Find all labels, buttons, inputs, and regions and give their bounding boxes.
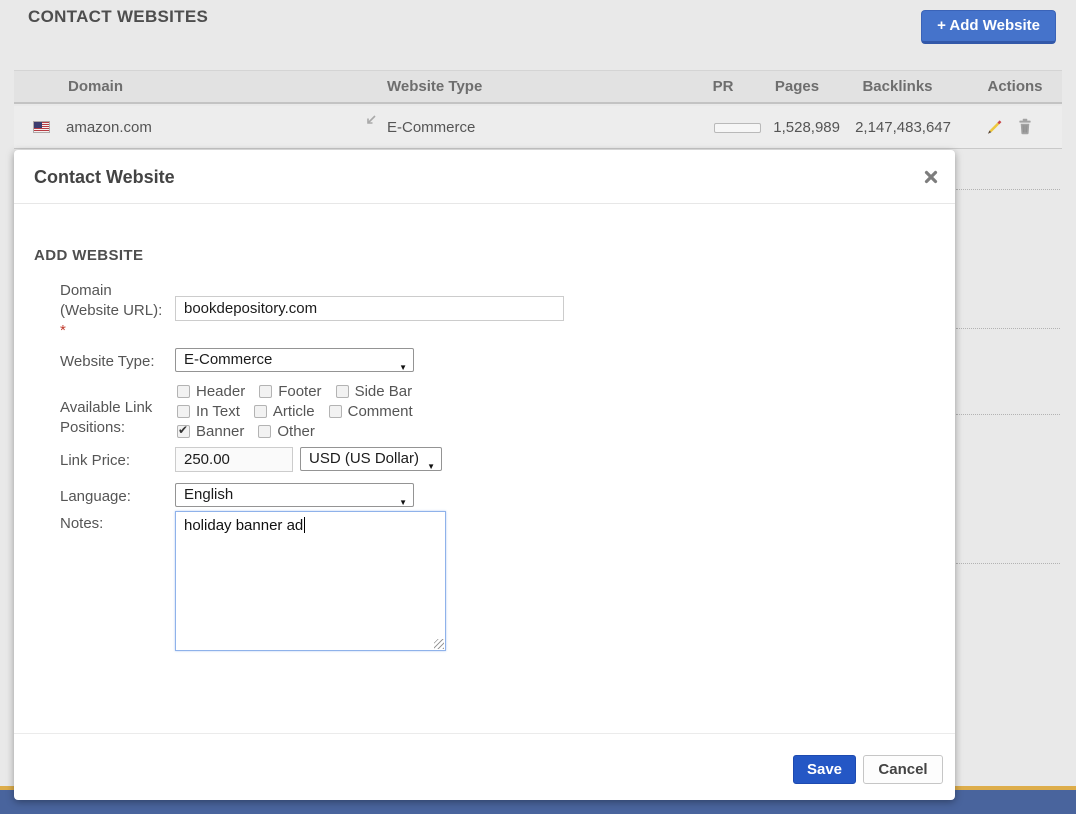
link-position-article[interactable]: Article [254,403,315,420]
background-row-separator [956,328,1060,329]
save-button[interactable]: Save [793,755,856,784]
link-positions-row-1: Header Footer Side Bar [177,381,412,401]
website-type-label: Website Type: [60,352,155,372]
modal-footer-divider [14,733,955,734]
link-positions-row-2: In Text Article Comment [177,401,413,421]
page-title: CONTACT WEBSITES [28,7,208,27]
column-header-website-type[interactable]: Website Type [387,71,482,103]
checkbox-header[interactable] [177,385,190,398]
column-header-backlinks[interactable]: Backlinks [844,71,951,103]
link-price-label: Link Price: [60,451,130,471]
column-header-pages[interactable]: Pages [754,71,840,103]
table-header-row: Domain Website Type PR Pages Backlinks A… [14,70,1062,104]
background-row-separator [956,414,1060,415]
chevron-down-icon: ▼ [399,357,407,379]
domain-field-label: Domain (Website URL): * [60,281,162,341]
row-backlinks: 2,147,483,647 [844,106,951,149]
column-header-pr[interactable]: PR [703,71,743,103]
add-website-button[interactable]: + Add Website [921,10,1056,44]
checkbox-banner[interactable] [177,425,190,438]
language-label: Language: [60,487,131,507]
checkbox-sidebar[interactable] [336,385,349,398]
chevron-down-icon: ▼ [427,456,435,478]
checkbox-intext[interactable] [177,405,190,418]
edit-pencil-icon[interactable] [985,117,1005,137]
add-website-section-title: ADD WEBSITE [34,247,143,264]
domain-label-line2: (Website URL): [60,301,162,321]
contact-website-modal: Contact Website ADD WEBSITE Domain (Webs… [14,150,955,800]
currency-select[interactable]: USD (US Dollar) ▼ [300,447,442,471]
link-position-intext[interactable]: In Text [177,403,240,420]
row-pages: 1,528,989 [754,106,840,149]
link-position-other[interactable]: Other [258,423,315,440]
link-position-header[interactable]: Header [177,383,245,400]
website-type-value: E-Commerce [184,351,272,368]
language-select[interactable]: English ▼ [175,483,414,507]
delete-trash-icon[interactable] [1016,117,1036,137]
background-row-separator [956,563,1060,564]
column-header-actions: Actions [975,71,1055,103]
link-position-footer[interactable]: Footer [259,383,321,400]
link-position-comment[interactable]: Comment [329,403,413,420]
column-header-domain[interactable]: Domain [68,71,123,103]
checkbox-other[interactable] [258,425,271,438]
text-caret [304,517,305,533]
required-asterisk: * [60,321,162,341]
modal-header-divider [14,203,955,204]
external-link-icon[interactable] [364,113,379,133]
row-domain: amazon.com [66,106,152,149]
domain-input[interactable] [175,296,564,321]
checkbox-footer[interactable] [259,385,272,398]
table-row: amazon.com E-Commerce 1,528,989 2,147,48… [14,106,1062,149]
language-value: English [184,486,233,503]
link-position-banner[interactable]: Banner [177,423,244,440]
checkbox-article[interactable] [254,405,267,418]
row-website-type: E-Commerce [387,106,475,149]
website-type-select[interactable]: E-Commerce ▼ [175,348,414,372]
link-position-sidebar[interactable]: Side Bar [336,383,413,400]
modal-title: Contact Website [34,167,175,188]
link-positions-label: Available Link Positions: [60,398,152,438]
currency-value: USD (US Dollar) [309,450,419,467]
resize-grip[interactable] [434,639,444,649]
notes-text: holiday banner ad [184,517,303,534]
link-positions-label-line1: Available Link [60,398,152,418]
link-positions-label-line2: Positions: [60,418,152,438]
cancel-button[interactable]: Cancel [863,755,943,784]
notes-textarea[interactable]: holiday banner ad [175,511,446,651]
background-row-separator [956,189,1060,190]
link-positions-row-3: Banner Other [177,421,315,441]
notes-label: Notes: [60,514,103,534]
checkbox-comment[interactable] [329,405,342,418]
us-flag-icon [33,121,50,133]
close-icon[interactable] [924,170,938,184]
link-price-input[interactable] [175,447,293,472]
contact-websites-page: CONTACT WEBSITES + Add Website Domain We… [0,0,1076,814]
domain-label-line1: Domain [60,281,162,301]
